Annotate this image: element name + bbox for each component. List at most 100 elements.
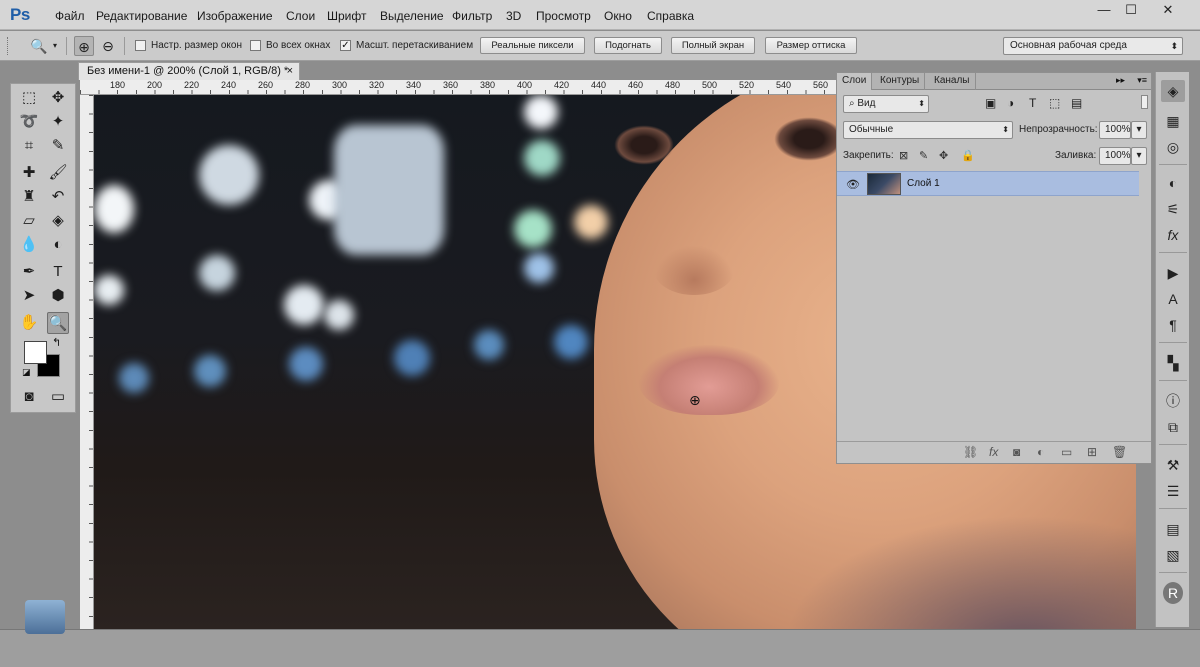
opacity-dropdown-icon[interactable]: ▾: [1131, 121, 1147, 139]
menu-help[interactable]: Справка: [647, 9, 694, 23]
swap-colors-icon[interactable]: ↰: [52, 336, 61, 349]
paint-bucket-tool-icon[interactable]: ◈: [47, 210, 69, 232]
all-windows-checkbox[interactable]: [250, 40, 261, 51]
menu-layer[interactable]: Слои: [286, 9, 315, 23]
opacity-field[interactable]: 100%: [1099, 121, 1131, 139]
swatches-dock-icon[interactable]: ⧉: [1161, 416, 1185, 438]
options-grip[interactable]: [7, 37, 10, 55]
tab-channels[interactable]: Каналы: [929, 73, 976, 90]
eyedropper-tool-icon[interactable]: ✎: [47, 135, 69, 157]
maximize-button[interactable]: ☐: [1120, 2, 1142, 18]
taskbar-app-icon[interactable]: [25, 600, 65, 634]
add-mask-icon[interactable]: ◙: [1013, 445, 1020, 459]
properties-dock-icon[interactable]: ⚟: [1161, 198, 1185, 220]
type-tool-icon[interactable]: T: [47, 261, 69, 283]
type-filter-icon[interactable]: T: [1029, 96, 1036, 110]
lock-position-icon[interactable]: ✥: [939, 149, 948, 162]
zoom-out-icon[interactable]: ⊖: [98, 36, 118, 56]
menu-image[interactable]: Изображение: [197, 9, 273, 23]
quick-mask-icon[interactable]: ◙: [18, 386, 40, 408]
filter-toggle[interactable]: [1141, 95, 1148, 109]
link-layers-icon[interactable]: ⛓: [963, 445, 978, 459]
fill-screen-button[interactable]: Полный экран: [671, 37, 755, 54]
magic-wand-tool-icon[interactable]: ✦: [47, 111, 69, 133]
workspace-select[interactable]: Основная рабочая среда ⬍: [1003, 37, 1183, 55]
brush-presets-dock-icon[interactable]: ☰: [1161, 480, 1185, 502]
zoom-in-icon[interactable]: ⊕: [74, 36, 94, 56]
collapse-icon[interactable]: ▸▸: [1116, 75, 1125, 86]
horizontal-ruler[interactable]: 180 200 220 240 260 280 300 320 340 360 …: [80, 80, 840, 95]
tab-paths[interactable]: Контуры: [875, 73, 926, 90]
close-button[interactable]: ✕: [1148, 2, 1188, 18]
layer-row[interactable]: 👁 Слой 1: [837, 171, 1139, 196]
chevron-down-icon[interactable]: ▾: [50, 36, 60, 56]
layer-filter-select[interactable]: ⌕ Вид ⬍: [843, 95, 929, 113]
menu-type[interactable]: Шрифт: [327, 9, 366, 23]
paths-dock-icon[interactable]: ◎: [1161, 136, 1185, 158]
crop-tool-icon[interactable]: ⌗: [18, 135, 40, 157]
close-tab-icon[interactable]: ×: [287, 63, 293, 80]
channels-dock-icon[interactable]: ▦: [1161, 110, 1185, 132]
fx-icon[interactable]: fx: [989, 445, 998, 459]
shape-filter-icon[interactable]: ⬚: [1049, 96, 1060, 110]
paragraph-dock-icon[interactable]: ¶: [1161, 314, 1185, 336]
notes-dock-icon[interactable]: ▤: [1161, 518, 1185, 540]
brush-tool-icon[interactable]: 🖌: [47, 162, 69, 184]
menu-select[interactable]: Выделение: [380, 9, 444, 23]
blend-mode-select[interactable]: Обычные ⬍: [843, 121, 1013, 139]
menu-edit[interactable]: Редактирование: [96, 9, 187, 23]
tool-presets-dock-icon[interactable]: ⚒: [1161, 454, 1185, 476]
resize-windows-checkbox[interactable]: [135, 40, 146, 51]
adjustments-dock-icon[interactable]: ◐: [1161, 172, 1185, 194]
navigator-dock-icon[interactable]: ▚: [1161, 352, 1185, 374]
marquee-tool-icon[interactable]: ⬚: [18, 87, 40, 109]
lasso-tool-icon[interactable]: ➰: [18, 111, 40, 133]
eye-icon[interactable]: 👁: [846, 178, 860, 191]
pen-tool-icon[interactable]: ✒: [18, 261, 40, 283]
info-dock-icon[interactable]: ⓘ: [1161, 390, 1185, 412]
fill-field[interactable]: 100%: [1099, 147, 1131, 165]
foreground-color-swatch[interactable]: [24, 341, 47, 364]
zoom-tool-icon[interactable]: 🔍: [47, 312, 69, 334]
zoom-tool-preset-icon[interactable]: 🔍: [30, 36, 48, 56]
lock-brush-icon[interactable]: ✎: [919, 149, 928, 162]
menu-view[interactable]: Просмотр: [536, 9, 591, 23]
character-dock-icon[interactable]: A: [1161, 288, 1185, 310]
actions-dock-icon[interactable]: ▶: [1161, 262, 1185, 284]
scrubby-zoom-checkbox[interactable]: ✓: [340, 40, 351, 51]
vertical-ruler[interactable]: [80, 95, 94, 629]
shape-tool-icon[interactable]: ⬢: [47, 285, 69, 307]
move-tool-icon[interactable]: ✥: [47, 87, 69, 109]
pixel-filter-icon[interactable]: ▣: [985, 96, 996, 110]
clone-stamp-tool-icon[interactable]: ♜: [18, 186, 40, 208]
trash-icon[interactable]: 🗑: [1112, 445, 1127, 459]
new-group-icon[interactable]: ▭: [1061, 445, 1072, 459]
fill-dropdown-icon[interactable]: ▾: [1131, 147, 1147, 165]
styles-dock-icon[interactable]: fx: [1161, 224, 1185, 246]
lock-all-icon[interactable]: 🔒: [961, 149, 975, 162]
minimize-button[interactable]: —: [1093, 2, 1115, 18]
adjustment-filter-icon[interactable]: ◑: [1007, 96, 1014, 110]
adjustment-layer-icon[interactable]: ◐: [1037, 445, 1044, 459]
document-tab[interactable]: Без имени-1 @ 200% (Слой 1, RGB/8) * ×: [78, 62, 300, 80]
new-layer-icon[interactable]: ⊞: [1087, 445, 1097, 459]
menu-filter[interactable]: Фильтр: [452, 9, 492, 23]
history-brush-tool-icon[interactable]: ↶: [47, 186, 69, 208]
lock-transparency-icon[interactable]: ⊠: [899, 149, 908, 162]
dodge-tool-icon[interactable]: ◐: [47, 234, 69, 256]
default-colors-icon[interactable]: ◪: [22, 367, 31, 378]
healing-brush-tool-icon[interactable]: ✚: [18, 162, 40, 184]
history-dock-icon[interactable]: ▧: [1161, 544, 1185, 566]
tab-layers[interactable]: Слои: [837, 73, 873, 90]
panel-menu-icon[interactable]: ▾≡: [1137, 75, 1147, 86]
fit-screen-button[interactable]: Подогнать: [594, 37, 662, 54]
menu-file[interactable]: Файл: [55, 9, 85, 23]
layer-name[interactable]: Слой 1: [907, 178, 940, 189]
smart-object-filter-icon[interactable]: ▤: [1071, 96, 1082, 110]
eraser-tool-icon[interactable]: ▱: [18, 210, 40, 232]
menu-3d[interactable]: 3D: [506, 9, 521, 23]
path-selection-tool-icon[interactable]: ➤: [18, 285, 40, 307]
hand-tool-icon[interactable]: ✋: [18, 312, 40, 334]
print-size-button[interactable]: Размер оттиска: [765, 37, 857, 54]
menu-window[interactable]: Окно: [604, 9, 632, 23]
